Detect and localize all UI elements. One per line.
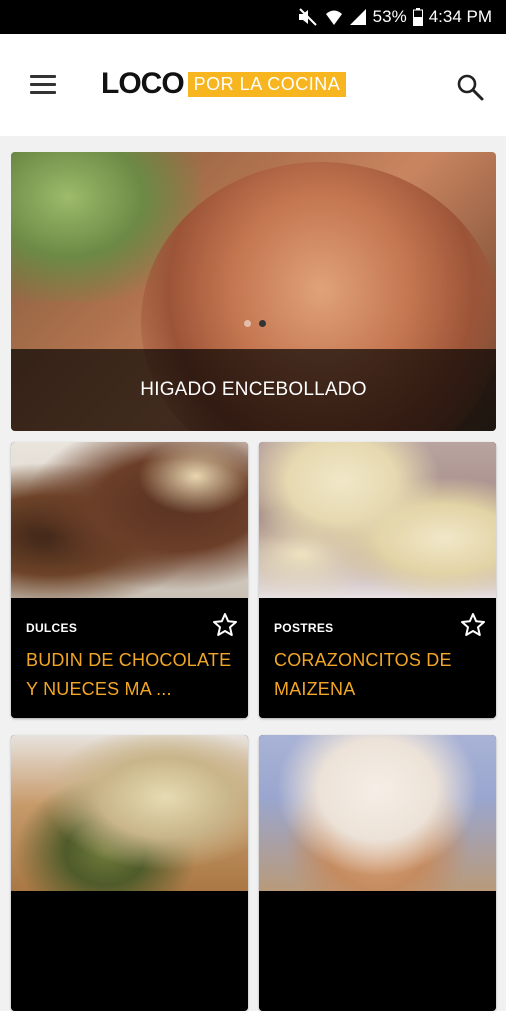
recipe-photo [259,442,496,598]
recipe-category: POSTRES [274,621,334,635]
recipe-card[interactable]: POSTRES CORAZONCITOS DE MAIZENA [259,442,496,718]
app-bar: LOCO POR LA COCINA [0,34,506,136]
search-icon[interactable] [455,72,485,102]
carousel-dot-active[interactable] [259,320,266,327]
favorite-star-icon[interactable] [460,612,486,638]
recipe-photo [259,735,496,891]
recipe-card[interactable] [259,735,496,1011]
recipe-title: BUDIN DE CHOCOLATE Y NUECES MA ... [26,650,232,699]
recipe-photo [11,442,248,598]
recipe-category: DULCES [26,621,78,635]
battery-icon [412,8,423,26]
battery-percent: 53% [372,7,407,26]
clock: 4:34 PM [428,7,492,26]
featured-recipe-card[interactable]: HIGADO ENCEBOLLADO [11,152,496,431]
logo-sub-text: POR LA COCINA [187,71,347,97]
mute-icon [297,7,319,27]
recipe-title: CORAZONCITOS DE MAIZENA [274,650,452,699]
recipe-card[interactable]: DULCES BUDIN DE CHOCOLATE Y NUECES MA ..… [11,442,248,718]
status-icons: 53% 4:34 PM [297,0,492,34]
featured-title: HIGADO ENCEBOLLADO [140,379,367,400]
carousel-dot[interactable] [244,320,251,327]
wifi-icon [325,8,343,26]
featured-title-bar: HIGADO ENCEBOLLADO [11,349,496,431]
carousel-indicator [244,320,266,327]
recipe-info: DULCES BUDIN DE CHOCOLATE Y NUECES MA ..… [11,598,248,718]
menu-icon[interactable] [30,68,62,100]
status-bar: 53% 4:34 PM [0,0,506,34]
recipe-info: POSTRES CORAZONCITOS DE MAIZENA [259,598,496,718]
recipe-photo [11,735,248,891]
recipe-card[interactable] [11,735,248,1011]
logo-main-text: LOCO [101,67,185,100]
recipe-info [11,891,248,1011]
favorite-star-icon[interactable] [212,612,238,638]
signal-icon [349,8,367,26]
recipe-info [259,891,496,1011]
app-logo: LOCO POR LA COCINA [101,67,347,100]
